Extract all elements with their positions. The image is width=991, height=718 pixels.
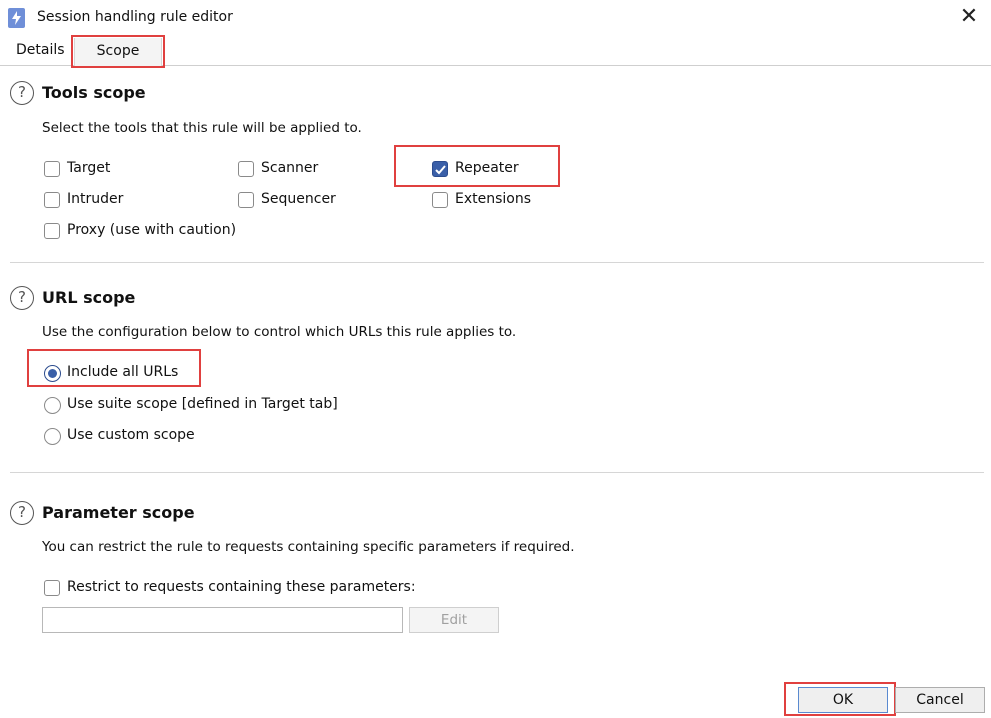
parameter-scope-title: Parameter scope — [42, 503, 195, 522]
checkbox-label: Target — [67, 160, 111, 176]
checkbox-label: Scanner — [261, 160, 319, 176]
checkbox-label: Repeater — [455, 160, 519, 176]
checkbox-label: Intruder — [67, 191, 124, 207]
title-bar: Session handling rule editor ✕ — [0, 0, 991, 38]
checkbox-box[interactable] — [238, 161, 254, 177]
cancel-button[interactable]: Cancel — [895, 687, 985, 713]
checkbox-box[interactable] — [44, 223, 60, 239]
section-divider — [10, 262, 984, 263]
help-icon[interactable]: ? — [10, 286, 34, 310]
checkbox-box[interactable] — [238, 192, 254, 208]
checkbox-box[interactable] — [44, 580, 60, 596]
checkbox-box[interactable] — [432, 161, 448, 177]
tools-scope-description: Select the tools that this rule will be … — [42, 120, 362, 136]
edit-button[interactable]: Edit — [409, 607, 499, 633]
url-scope-description: Use the configuration below to control w… — [42, 324, 517, 340]
radio-button[interactable] — [44, 365, 61, 382]
tab-bar: Details Scope — [0, 38, 991, 66]
checkbox-box[interactable] — [44, 192, 60, 208]
radio-label: Include all URLs — [67, 364, 179, 380]
window-title: Session handling rule editor — [37, 9, 233, 25]
tools-scope-title: Tools scope — [42, 83, 146, 102]
tab-details[interactable]: Details — [16, 42, 65, 58]
close-icon[interactable]: ✕ — [958, 4, 980, 30]
checkbox-label: Extensions — [455, 191, 532, 207]
checkbox-label: Sequencer — [261, 191, 336, 207]
section-divider — [10, 472, 984, 473]
ok-button[interactable]: OK — [798, 687, 888, 713]
parameter-scope-description: You can restrict the rule to requests co… — [42, 539, 575, 555]
burp-lightning-icon — [8, 8, 25, 28]
parameters-input[interactable] — [42, 607, 403, 633]
radio-label: Use custom scope — [67, 427, 195, 443]
tab-scope[interactable]: Scope — [74, 38, 162, 66]
radio-button[interactable] — [44, 397, 61, 414]
checkbox-label: Restrict to requests containing these pa… — [67, 579, 416, 595]
radio-label: Use suite scope [defined in Target tab] — [67, 396, 338, 412]
help-icon[interactable]: ? — [10, 501, 34, 525]
checkbox-box[interactable] — [44, 161, 60, 177]
help-icon[interactable]: ? — [10, 81, 34, 105]
url-scope-title: URL scope — [42, 288, 136, 307]
radio-button[interactable] — [44, 428, 61, 445]
checkbox-box[interactable] — [432, 192, 448, 208]
checkbox-label: Proxy (use with caution) — [67, 222, 237, 238]
